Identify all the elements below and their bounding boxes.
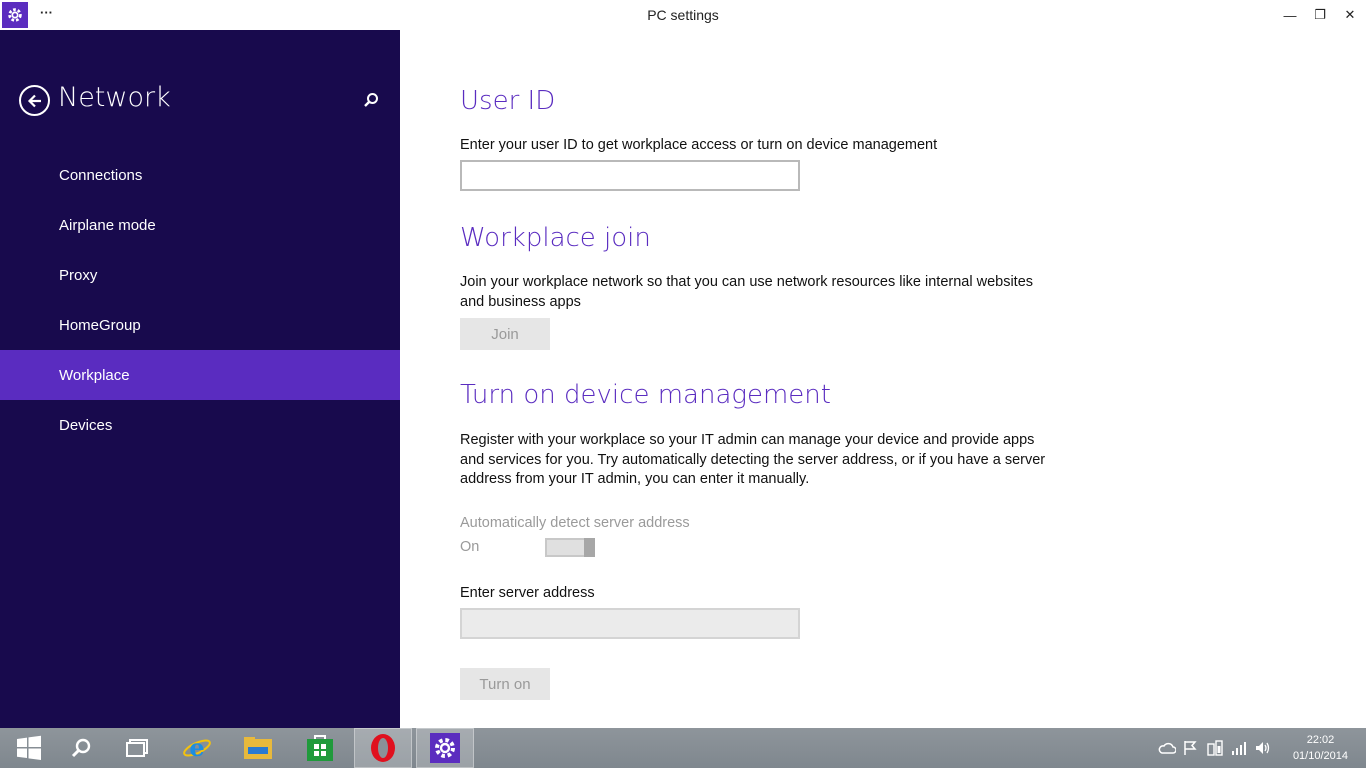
user-id-heading: User ID bbox=[460, 86, 556, 116]
auto-detect-state: On bbox=[460, 539, 480, 555]
back-arrow-icon bbox=[27, 94, 41, 107]
sidebar-item-proxy[interactable]: Proxy bbox=[0, 250, 400, 300]
main-content: User ID Enter your user ID to get workpl… bbox=[400, 30, 1366, 728]
server-address-label: Enter server address bbox=[460, 585, 595, 601]
user-id-description: Enter your user ID to get workplace acce… bbox=[460, 137, 938, 153]
volume-icon[interactable] bbox=[1255, 740, 1271, 756]
auto-detect-label: Automatically detect server address bbox=[460, 515, 690, 531]
search-icon[interactable] bbox=[362, 91, 380, 109]
sidebar-item-homegroup[interactable]: HomeGroup bbox=[0, 300, 400, 350]
clock-time: 22:02 bbox=[1306, 734, 1335, 746]
opera-icon[interactable] bbox=[354, 728, 412, 768]
search-icon[interactable] bbox=[52, 728, 110, 768]
user-id-input[interactable] bbox=[460, 160, 800, 191]
clock-date: 01/10/2014 bbox=[1292, 750, 1348, 762]
sidebar-item-devices[interactable]: Devices bbox=[0, 400, 400, 450]
restore-button[interactable]: ❐ bbox=[1308, 4, 1332, 26]
action-center-flag-icon[interactable] bbox=[1183, 740, 1197, 756]
power-icon[interactable] bbox=[1207, 740, 1223, 756]
toggle-thumb bbox=[584, 538, 595, 557]
start-icon[interactable] bbox=[0, 728, 58, 768]
device-management-description: Register with your workplace so your IT … bbox=[460, 432, 1046, 487]
minimize-button[interactable]: — bbox=[1278, 4, 1302, 26]
close-button[interactable]: ✕ bbox=[1338, 4, 1362, 26]
window-title: PC settings bbox=[647, 7, 719, 23]
turn-on-button[interactable]: Turn on bbox=[460, 668, 550, 700]
server-address-input[interactable] bbox=[460, 608, 800, 639]
task-view-icon[interactable] bbox=[108, 728, 166, 768]
auto-detect-toggle[interactable] bbox=[545, 538, 595, 557]
back-button[interactable] bbox=[19, 85, 50, 116]
store-icon[interactable] bbox=[291, 728, 349, 768]
svg-text:e: e bbox=[189, 733, 204, 762]
sidebar-item-connections[interactable]: Connections bbox=[0, 150, 400, 200]
sidebar-item-workplace[interactable]: Workplace bbox=[0, 350, 400, 400]
onedrive-icon[interactable] bbox=[1158, 740, 1176, 756]
file-explorer-icon[interactable] bbox=[229, 728, 287, 768]
pc-settings-icon[interactable] bbox=[416, 728, 474, 768]
workplace-join-heading: Workplace join bbox=[460, 223, 651, 253]
taskbar: e 22:02 01/10/2014 bbox=[0, 728, 1366, 768]
network-signal-icon[interactable] bbox=[1231, 740, 1247, 756]
sidebar-nav: Connections Airplane mode Proxy HomeGrou… bbox=[0, 150, 400, 450]
device-management-heading: Turn on device management bbox=[460, 380, 831, 410]
sidebar-item-airplane-mode[interactable]: Airplane mode bbox=[0, 200, 400, 250]
title-bar: ··· PC settings — ❐ ✕ bbox=[0, 0, 1366, 30]
sidebar: Network Connections Airplane mode Proxy … bbox=[0, 30, 400, 728]
clock[interactable]: 22:02 01/10/2014 bbox=[1293, 732, 1348, 764]
page-title: Network bbox=[58, 82, 171, 113]
workplace-join-description: Join your workplace network so that you … bbox=[460, 274, 1034, 310]
internet-explorer-icon[interactable]: e bbox=[168, 728, 226, 768]
join-button[interactable]: Join bbox=[460, 318, 550, 350]
